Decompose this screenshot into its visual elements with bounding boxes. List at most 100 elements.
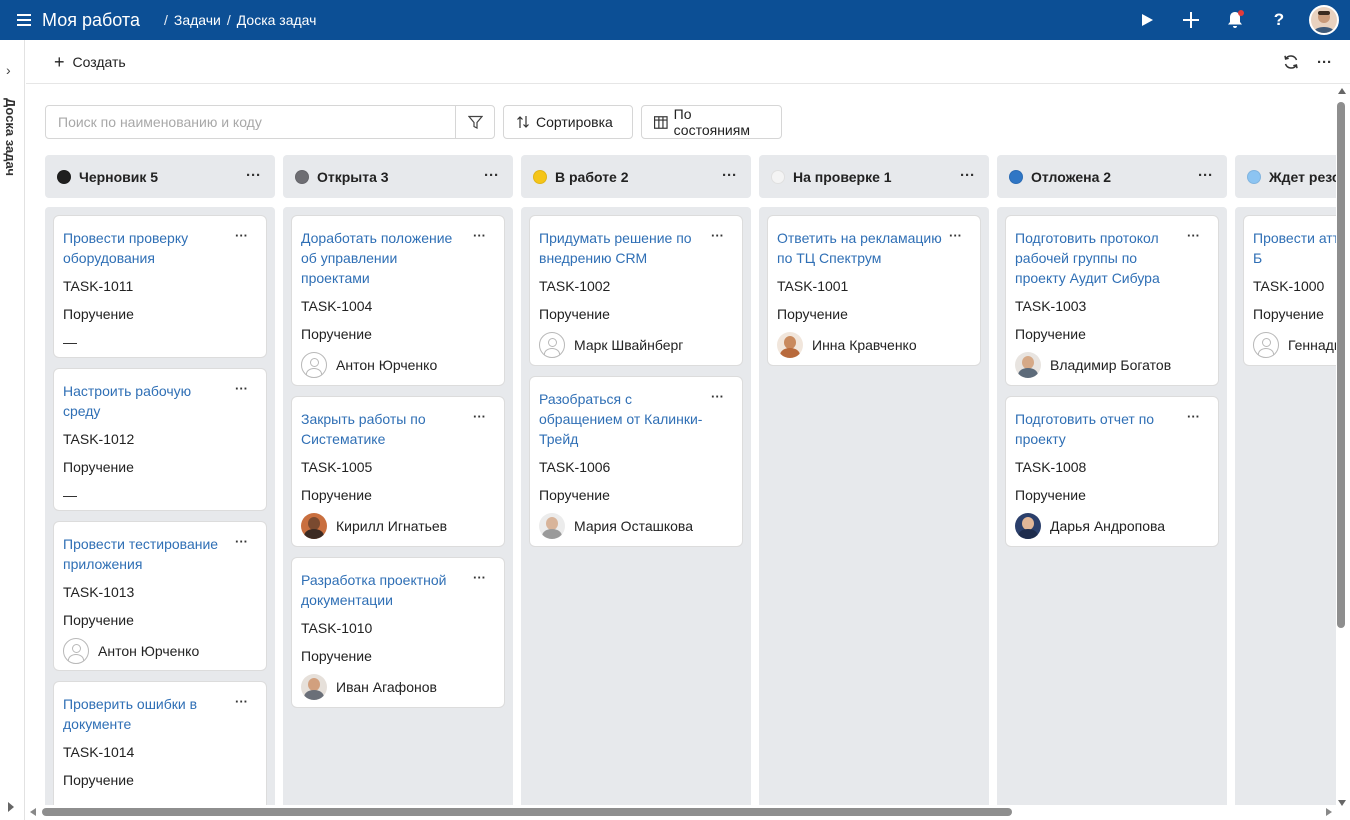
- play-button[interactable]: [1125, 0, 1169, 40]
- app-title[interactable]: Моя работа: [42, 10, 140, 31]
- column-more-icon[interactable]: ···: [484, 167, 499, 184]
- card-assignee[interactable]: Владимир Богатов: [1015, 351, 1209, 379]
- sort-button[interactable]: Сортировка: [503, 105, 633, 139]
- assignee-name: Мария Осташкова: [574, 518, 693, 534]
- task-card[interactable]: Разработка проектной документации ··· TA…: [291, 557, 505, 708]
- card-title[interactable]: Доработать положение об управлении проек…: [301, 228, 466, 288]
- avatar: [1015, 352, 1041, 378]
- card-more-icon[interactable]: ···: [473, 228, 486, 243]
- card-assignee-empty: —: [63, 334, 77, 350]
- add-button[interactable]: [1169, 0, 1213, 40]
- column-more-icon[interactable]: ···: [722, 167, 737, 184]
- card-assignee[interactable]: Инна Кравченко: [777, 331, 971, 359]
- create-button[interactable]: + Создать: [54, 51, 126, 72]
- user-avatar[interactable]: [1309, 5, 1339, 35]
- breadcrumb-item-board[interactable]: Доска задач: [237, 12, 317, 28]
- vertical-scrollbar[interactable]: [1337, 88, 1347, 806]
- more-icon[interactable]: ···: [1317, 54, 1332, 71]
- task-card[interactable]: Доработать положение об управлении проек…: [291, 215, 505, 386]
- card-title[interactable]: Разобраться с обращением от Калинки-Трей…: [539, 389, 704, 449]
- task-card[interactable]: Закрыть работы по Систематике ··· TASK-1…: [291, 396, 505, 547]
- plus-icon: +: [54, 51, 65, 72]
- task-card[interactable]: Подготовить отчет по проекту ··· TASK-10…: [1005, 396, 1219, 547]
- task-card[interactable]: Ответить на рекламацию по ТЦ Спектрум ··…: [767, 215, 981, 366]
- menu-icon[interactable]: [17, 14, 31, 26]
- column-review: На проверке 1 ··· Ответить на рекламацию…: [759, 155, 989, 805]
- card-title[interactable]: Подготовить протокол рабочей группы по п…: [1015, 228, 1180, 288]
- card-code: TASK-1003: [1015, 298, 1087, 314]
- notifications-button[interactable]: [1213, 0, 1257, 40]
- group-by-button[interactable]: По состояниям: [641, 105, 782, 139]
- breadcrumb-item-tasks[interactable]: Задачи: [174, 12, 221, 28]
- column-body: Провести проверку оборудования ··· TASK-…: [45, 207, 275, 805]
- task-card[interactable]: Провести проверку оборудования ··· TASK-…: [53, 215, 267, 358]
- task-card[interactable]: Настроить рабочую среду ··· TASK-1012 По…: [53, 368, 267, 511]
- card-assignee[interactable]: Иван Агафонов: [301, 673, 495, 701]
- card-more-icon[interactable]: ···: [473, 409, 486, 424]
- column-more-icon[interactable]: ···: [246, 167, 261, 184]
- task-card[interactable]: Провести атт Владимира Б TASK-1000 Поруч…: [1243, 215, 1336, 366]
- filter-button[interactable]: [455, 106, 494, 138]
- scroll-up-arrow-icon[interactable]: [1338, 88, 1346, 94]
- card-more-icon[interactable]: ···: [949, 228, 962, 243]
- card-more-icon[interactable]: ···: [235, 228, 248, 243]
- horizontal-scrollbar[interactable]: [28, 806, 1334, 818]
- column-more-icon[interactable]: ···: [1198, 167, 1213, 184]
- help-button[interactable]: ?: [1257, 0, 1301, 40]
- refresh-icon[interactable]: [1283, 54, 1299, 70]
- search-input[interactable]: [46, 106, 455, 138]
- card-assignee[interactable]: Антон Юрченко: [301, 351, 495, 379]
- left-rail: › Доска задач: [0, 40, 25, 820]
- column-body: Доработать положение об управлении проек…: [283, 207, 513, 805]
- expand-chevron-icon[interactable]: ›: [6, 62, 11, 78]
- column-body: Ответить на рекламацию по ТЦ Спектрум ··…: [759, 207, 989, 805]
- task-card[interactable]: Разобраться с обращением от Калинки-Трей…: [529, 376, 743, 547]
- column-more-icon[interactable]: ···: [960, 167, 975, 184]
- card-title[interactable]: Закрыть работы по Систематике: [301, 409, 466, 449]
- scroll-down-arrow-icon[interactable]: [1338, 800, 1346, 806]
- card-title[interactable]: Разработка проектной документации: [301, 570, 466, 610]
- scroll-left-arrow-icon[interactable]: [30, 808, 36, 816]
- card-more-icon[interactable]: ···: [711, 228, 724, 243]
- card-title[interactable]: Придумать решение по внедрению CRM: [539, 228, 704, 268]
- card-more-icon[interactable]: ···: [235, 381, 248, 396]
- card-title[interactable]: Подготовить отчет по проекту: [1015, 409, 1180, 449]
- vertical-scroll-thumb[interactable]: [1337, 102, 1345, 628]
- assignee-name: Кирилл Игнатьев: [336, 518, 448, 534]
- column-postponed: Отложена 2 ··· Подготовить протокол рабо…: [997, 155, 1227, 805]
- card-more-icon[interactable]: ···: [1187, 409, 1200, 424]
- card-title[interactable]: Проверить ошибки в документе: [63, 694, 228, 734]
- card-title[interactable]: Провести атт Владимира Б: [1253, 228, 1336, 268]
- task-card[interactable]: Придумать решение по внедрению CRM ··· T…: [529, 215, 743, 366]
- state-dot-icon: [295, 169, 309, 184]
- assignee-name: Антон Юрченко: [98, 643, 200, 659]
- card-more-icon[interactable]: ···: [473, 570, 486, 585]
- scroll-right-arrow-icon[interactable]: [1326, 808, 1332, 816]
- horizontal-scroll-thumb[interactable]: [42, 808, 1012, 816]
- card-more-icon[interactable]: ···: [235, 534, 248, 549]
- assignee-name: Инна Кравченко: [812, 337, 917, 353]
- card-type: Поручение: [539, 487, 610, 503]
- card-title[interactable]: Провести проверку оборудования: [63, 228, 228, 268]
- card-more-icon[interactable]: ···: [1187, 228, 1200, 243]
- card-assignee[interactable]: Антон Юрченко: [63, 637, 257, 665]
- card-assignee[interactable]: Марк Швайнберг: [539, 331, 733, 359]
- task-card[interactable]: Проверить ошибки в документе ··· TASK-10…: [53, 681, 267, 805]
- breadcrumb: / Задачи / Доска задач: [164, 12, 316, 28]
- card-assignee[interactable]: Геннади: [1253, 331, 1336, 359]
- rail-expand-arrow-icon[interactable]: [8, 802, 14, 812]
- card-title[interactable]: Ответить на рекламацию по ТЦ Спектрум: [777, 228, 942, 268]
- avatar: [1015, 513, 1041, 539]
- task-card[interactable]: Провести тестирование приложения ··· TAS…: [53, 521, 267, 671]
- card-title[interactable]: Настроить рабочую среду: [63, 381, 228, 421]
- card-assignee[interactable]: Кирилл Игнатьев: [301, 512, 495, 540]
- card-title[interactable]: Провести тестирование приложения: [63, 534, 228, 574]
- card-assignee[interactable]: Мария Осташкова: [539, 512, 733, 540]
- card-assignee[interactable]: Дарья Андропова: [1015, 512, 1209, 540]
- card-more-icon[interactable]: ···: [711, 389, 724, 404]
- task-card[interactable]: Подготовить протокол рабочей группы по п…: [1005, 215, 1219, 386]
- card-code: TASK-1001: [777, 278, 849, 294]
- column-awaiting: Ждет резо Провести атт Владимира Б TASK-…: [1235, 155, 1336, 805]
- column-body: Провести атт Владимира Б TASK-1000 Поруч…: [1235, 207, 1336, 805]
- card-more-icon[interactable]: ···: [235, 694, 248, 709]
